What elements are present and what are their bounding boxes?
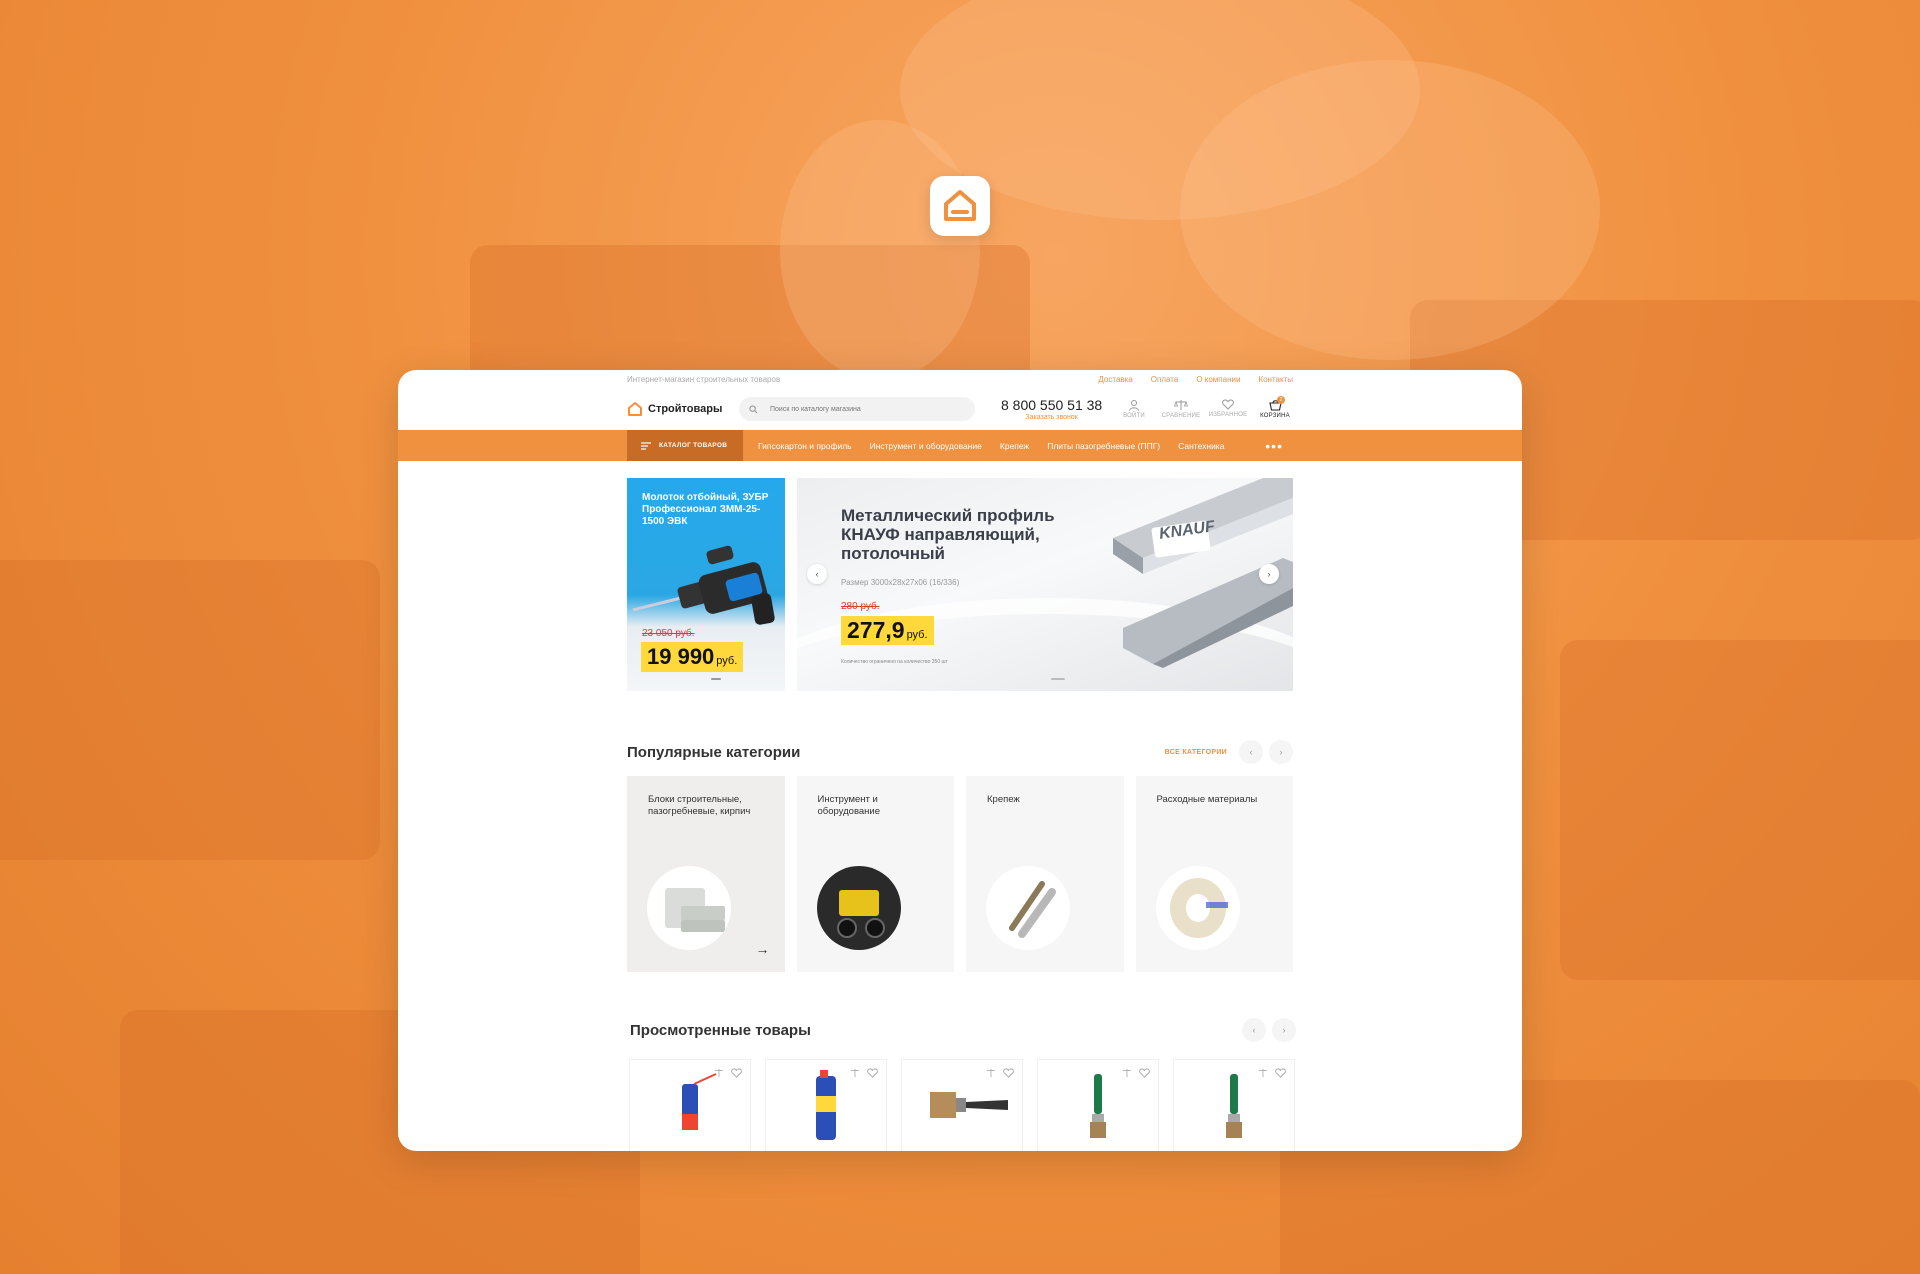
all-categories-link[interactable]: ВСЕ КАТЕГОРИИ — [1165, 749, 1227, 756]
rotary-hammer-image — [632, 545, 775, 625]
header: Стройтовары 8 800 550 51 38 Заказать зво… — [627, 389, 1293, 429]
search-icon[interactable] — [749, 404, 758, 414]
catalog-button[interactable]: КАТАЛОГ ТОВАРОВ — [627, 430, 743, 461]
link-payment[interactable]: Оплата — [1151, 375, 1179, 384]
category-card-fasteners[interactable]: Крепеж — [966, 776, 1124, 972]
popular-categories-title: Популярные категории — [627, 743, 801, 761]
promo-banner-hammer[interactable]: Молоток отбойный, ЗУБР Профессионал ЗММ-… — [627, 478, 785, 691]
nav-item-plumbing[interactable]: Сантехника — [1178, 441, 1224, 451]
nav-items: Гипсокартон и профиль Инструмент и обору… — [758, 441, 1224, 451]
compare-button[interactable]: СРАВНЕНИЕ — [1161, 399, 1201, 419]
popular-nav: ‹ › — [1239, 740, 1293, 764]
store-window: Интернет-магазин строительных товаров До… — [398, 370, 1522, 1151]
banner-prev-arrow-icon[interactable]: ‹ — [807, 564, 827, 584]
menu-icon — [641, 441, 651, 450]
category-name: Блоки строительные, пазогребневые, кирпи… — [648, 794, 751, 817]
compare-label: СРАВНЕНИЕ — [1161, 413, 1201, 419]
popular-categories-header: Популярные категории ВСЕ КАТЕГОРИИ ‹ › — [627, 740, 1293, 764]
product-card[interactable] — [1173, 1059, 1295, 1151]
heart-icon — [1222, 399, 1234, 410]
link-about[interactable]: О компании — [1196, 375, 1240, 384]
product-image-wd40-small — [630, 1070, 750, 1134]
nav-item-plates[interactable]: Плиты пазогребневые (ППГ) — [1047, 441, 1160, 451]
category-name: Расходные материалы — [1156, 794, 1258, 805]
category-image-generator — [816, 866, 901, 950]
link-contacts[interactable]: Контакты — [1258, 375, 1293, 384]
promo-main-old-price: 280 руб. — [841, 601, 880, 612]
top-strip: Интернет-магазин строительных товаров До… — [627, 370, 1293, 389]
promo-main-price-value: 277,9 — [847, 617, 905, 643]
favorites-label: ИЗБРАННОЕ — [1208, 412, 1248, 418]
categories-list: Блоки строительные, пазогребневые, кирпи… — [627, 776, 1293, 972]
header-icons: ВОЙТИ СРАВНЕНИЕ ИЗБРАННОЕ 2 КОРЗИНА — [1116, 396, 1293, 419]
promo-small-price-value: 19 990 — [647, 644, 715, 669]
promo-main-pager[interactable] — [1051, 678, 1065, 680]
site-logo[interactable]: Стройтовары — [627, 401, 739, 417]
search-input[interactable] — [770, 405, 950, 413]
category-name: Крепеж — [987, 794, 1020, 805]
product-image-flat-brush — [902, 1070, 1022, 1142]
nav-item-drywall[interactable]: Гипсокартон и профиль — [758, 441, 852, 451]
cart-label: КОРЗИНА — [1260, 413, 1290, 419]
category-image-blocks — [647, 866, 731, 950]
promo-main-price: 277,9 руб. — [841, 616, 934, 645]
promo-small-currency: руб. — [716, 655, 738, 667]
top-links: Доставка Оплата О компании Контакты — [1098, 375, 1293, 384]
viewed-nav: ‹ › — [1242, 1018, 1296, 1042]
nav-item-tools[interactable]: Инструмент и оборудование — [870, 441, 982, 451]
cart-badge: 2 — [1277, 396, 1285, 404]
category-nav-bar: КАТАЛОГ ТОВАРОВ Гипсокартон и профиль Ин… — [398, 430, 1522, 461]
cart-button[interactable]: 2 КОРЗИНА — [1257, 396, 1293, 419]
category-name: Инструмент и оборудование — [817, 794, 881, 817]
promo-small-title: Молоток отбойный, ЗУБР Профессионал ЗММ-… — [642, 492, 769, 527]
search-box — [739, 397, 975, 421]
category-image-tape — [1155, 866, 1240, 950]
promo-main-fine-print: Количество ограничено на количество 350 … — [841, 659, 948, 665]
category-card-consumables[interactable]: Расходные материалы — [1135, 776, 1293, 972]
link-delivery[interactable]: Доставка — [1098, 375, 1132, 384]
category-image-fasteners — [986, 866, 1070, 950]
promo-main-title: Металлический профиль КНАУФ направляющий… — [841, 506, 1055, 563]
promo-small-pager[interactable] — [711, 678, 721, 680]
catalog-label: КАТАЛОГ ТОВАРОВ — [659, 442, 728, 449]
chevron-right-icon[interactable]: › — [1272, 1018, 1296, 1042]
app-logo-icon — [930, 176, 990, 236]
site-tagline: Интернет-магазин строительных товаров — [627, 375, 781, 384]
chevron-right-icon[interactable]: › — [1269, 740, 1293, 764]
product-card[interactable] — [1037, 1059, 1159, 1151]
viewed-products-title: Просмотренные товары — [630, 1021, 811, 1039]
product-image-wd40 — [766, 1070, 886, 1142]
banner-next-arrow-icon[interactable]: › — [1259, 564, 1279, 584]
login-button[interactable]: ВОЙТИ — [1116, 399, 1152, 419]
product-card[interactable] — [901, 1059, 1023, 1151]
promo-banner-profile[interactable]: KNAUF Металлический профиль КНАУФ направ… — [797, 478, 1293, 691]
product-card[interactable] — [765, 1059, 887, 1151]
viewed-products-list — [629, 1059, 1295, 1151]
chevron-left-icon[interactable]: ‹ — [1242, 1018, 1266, 1042]
product-image-round-brush — [1038, 1070, 1158, 1142]
more-menu-icon[interactable]: ••• — [1265, 439, 1283, 453]
product-card[interactable] — [629, 1059, 751, 1151]
promo-main-size: Размер 3000х28х27х06 (16/336) — [841, 578, 960, 587]
house-icon — [628, 402, 642, 416]
phone-number[interactable]: 8 800 550 51 38 — [1001, 397, 1102, 413]
nav-item-fasteners[interactable]: Крепеж — [1000, 441, 1029, 451]
phone-block: 8 800 550 51 38 Заказать звонок — [1001, 397, 1102, 421]
logo-text: Стройтовары — [648, 403, 723, 415]
promo-small-price: 19 990 руб. — [641, 642, 744, 672]
category-card-tools[interactable]: Инструмент и оборудование — [796, 776, 954, 972]
callback-link[interactable]: Заказать звонок — [1025, 414, 1077, 421]
promo-main-currency: руб. — [906, 629, 928, 641]
scales-icon — [1174, 400, 1188, 410]
user-icon — [1129, 400, 1139, 411]
arrow-right-icon[interactable]: → — [756, 941, 770, 957]
login-label: ВОЙТИ — [1123, 413, 1145, 419]
category-card-blocks[interactable]: Блоки строительные, пазогребневые, кирпи… — [627, 776, 785, 972]
chevron-left-icon[interactable]: ‹ — [1239, 740, 1263, 764]
viewed-products-header: Просмотренные товары ‹ › — [630, 1018, 1296, 1042]
promo-small-old-price: 23 050 руб. — [642, 628, 695, 639]
product-image-round-brush — [1174, 1070, 1294, 1142]
favorites-button[interactable]: ИЗБРАННОЕ — [1208, 399, 1248, 419]
